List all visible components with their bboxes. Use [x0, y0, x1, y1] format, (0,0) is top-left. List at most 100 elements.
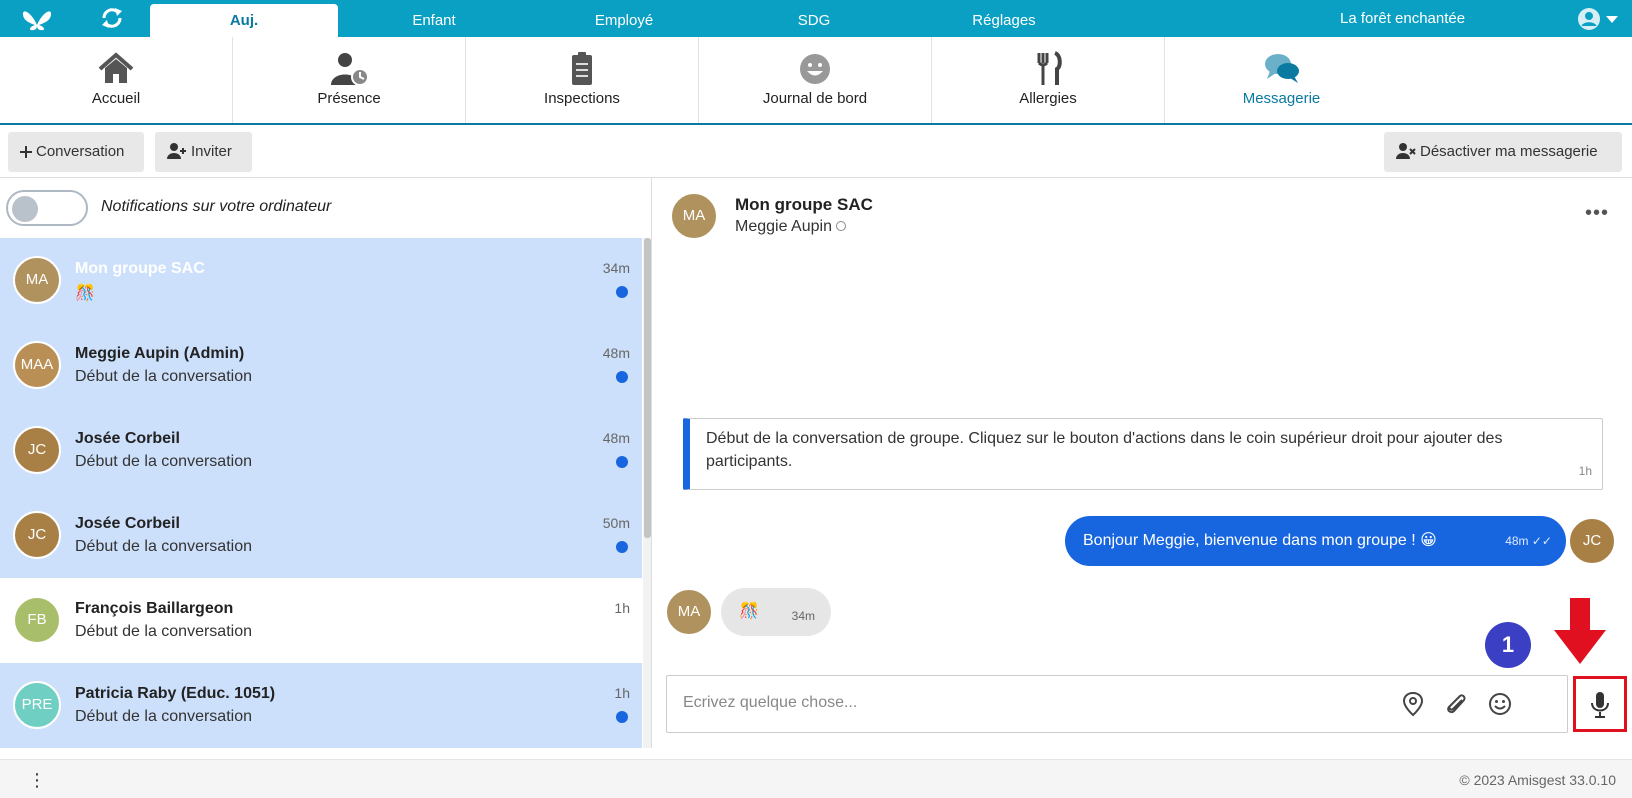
microphone-button[interactable]	[1573, 676, 1627, 732]
conversation-preview: Début de la conversation	[75, 538, 252, 555]
more-vertical-icon[interactable]: ⋮	[28, 770, 46, 791]
module-label: Présence	[317, 90, 381, 107]
sync-icon[interactable]	[100, 6, 124, 30]
notification-label: Notifications sur votre ordinateur	[101, 198, 332, 215]
message-input[interactable]: Ecrivez quelque chose...	[683, 694, 857, 712]
sender-avatar: MA	[665, 588, 713, 636]
conversation-name: Josée Corbeil	[75, 515, 180, 532]
conversation-item[interactable]: PRE Patricia Raby (Educ. 1051) Début de …	[0, 663, 642, 748]
conversation-preview: Début de la conversation	[75, 453, 252, 470]
button-label: Désactiver ma messagerie	[1420, 143, 1598, 160]
message-time: 1h	[1578, 464, 1592, 478]
microphone-icon	[1591, 692, 1609, 718]
conversation-item[interactable]: MAA Meggie Aupin (Admin) Début de la con…	[0, 323, 642, 408]
new-conversation-button[interactable]: Conversation	[8, 132, 144, 172]
arrow-down-icon	[1554, 598, 1606, 664]
module-label: Journal de bord	[762, 90, 868, 107]
paperclip-icon[interactable]	[1442, 690, 1470, 718]
incoming-message: 🎊 34m	[721, 588, 831, 636]
user-times-icon	[1396, 143, 1416, 159]
system-message-text: Début de la conversation de groupe. Cliq…	[706, 430, 1503, 470]
avatar: JC	[13, 511, 61, 559]
scrollbar-thumb[interactable]	[644, 238, 651, 538]
chat-panel: MA Mon groupe SAC Meggie Aupin ••• Début…	[653, 178, 1632, 748]
tab-reglages[interactable]: Réglages	[910, 4, 1098, 37]
module-messagerie[interactable]: Messagerie	[1165, 37, 1398, 123]
copyright: © 2023 Amisgest 33.0.10	[1459, 772, 1616, 788]
emoji-icon[interactable]	[1486, 690, 1514, 718]
conversation-time: 48m	[602, 345, 630, 361]
conversation-time: 50m	[602, 515, 630, 531]
button-label: Inviter	[191, 143, 232, 160]
conversation-item[interactable]: JC Josée Corbeil Début de la conversatio…	[0, 493, 642, 578]
status-indicator	[835, 221, 846, 231]
unread-dot	[616, 371, 628, 383]
conversation-item[interactable]: FB François Baillargeon Début de la conv…	[0, 578, 642, 663]
fork-knife-icon	[1037, 51, 1062, 85]
step-badge: 1	[1485, 622, 1531, 668]
messaging-toolbar: Conversation Inviter Désactiver ma messa…	[0, 125, 1632, 178]
outgoing-message: Bonjour Meggie, bienvenue dans mon group…	[1065, 516, 1566, 566]
module-journal[interactable]: Journal de bord	[699, 37, 932, 123]
conversation-preview: Début de la conversation	[75, 623, 252, 640]
disable-messaging-button[interactable]: Désactiver ma messagerie	[1384, 132, 1622, 172]
chevron-down-icon[interactable]	[1606, 16, 1618, 23]
module-accueil[interactable]: Accueil	[0, 37, 233, 123]
conversation-list-panel: Notifications sur votre ordinateur MA Mo…	[0, 178, 652, 748]
sender-avatar: JC	[1568, 517, 1616, 565]
chat-bubbles-icon	[1264, 54, 1299, 83]
invite-button[interactable]: Inviter	[155, 132, 252, 172]
module-label: Accueil	[91, 90, 141, 107]
button-label: Conversation	[36, 143, 125, 160]
home-icon	[98, 52, 134, 83]
message-text: 🎊	[739, 603, 759, 620]
conversation-name: Josée Corbeil	[75, 430, 180, 447]
site-name[interactable]: La forêt enchantée	[1340, 0, 1465, 37]
conversation-time: 1h	[614, 685, 630, 701]
avatar: MAA	[13, 341, 61, 389]
user-icon[interactable]	[1578, 8, 1600, 30]
conversation-item[interactable]: MA Mon groupe SAC 🎊 34m	[0, 238, 642, 323]
conversation-name: Patricia Raby (Educ. 1051)	[75, 685, 276, 702]
unread-dot	[616, 456, 628, 468]
tab-employe[interactable]: Employé	[530, 4, 718, 37]
system-message: Début de la conversation de groupe. Cliq…	[683, 418, 1603, 490]
message-time: 34m	[791, 609, 815, 623]
unread-dot	[616, 541, 628, 553]
unread-dot	[616, 286, 628, 298]
notification-toggle[interactable]	[6, 190, 88, 226]
conversation-preview: 🎊	[75, 285, 95, 302]
notification-setting: Notifications sur votre ordinateur	[0, 178, 651, 238]
module-allergies[interactable]: Allergies	[932, 37, 1165, 123]
avatar: MA	[13, 256, 61, 304]
module-presence[interactable]: Présence	[233, 37, 466, 123]
conversation-list-scrollbar[interactable]	[643, 238, 651, 748]
conversation-time: 34m	[602, 260, 630, 276]
tab-auj[interactable]: Auj.	[150, 4, 338, 37]
footer: ⋮ © 2023 Amisgest 33.0.10	[0, 759, 1632, 798]
clipboard-icon	[572, 52, 592, 85]
message-composer[interactable]: Ecrivez quelque chose...	[666, 675, 1568, 733]
avatar: FB	[13, 596, 61, 644]
tab-sdg[interactable]: SDG	[720, 4, 908, 37]
butterfly-logo-icon[interactable]	[20, 5, 54, 31]
more-actions-button[interactable]: •••	[1585, 202, 1609, 225]
top-nav-bar: Auj. Enfant Employé SDG Réglages La forê…	[0, 0, 1632, 37]
tab-enfant[interactable]: Enfant	[340, 4, 528, 37]
module-bar: Accueil Présence Inspections Journal de …	[0, 37, 1632, 125]
avatar: PRE	[13, 681, 61, 729]
conversation-time: 1h	[614, 600, 630, 616]
conversation-time: 48m	[602, 430, 630, 446]
member-name: Meggie Aupin	[735, 218, 832, 235]
module-inspections[interactable]: Inspections	[466, 37, 699, 123]
message-text: Bonjour Meggie, bienvenue dans mon group…	[1083, 532, 1437, 549]
conversation-item[interactable]: JC Josée Corbeil Début de la conversatio…	[0, 408, 642, 493]
conversation-name: Mon groupe SAC	[75, 260, 205, 277]
location-pin-icon[interactable]	[1399, 690, 1427, 718]
module-label: Allergies	[1019, 90, 1077, 107]
plus-icon	[20, 146, 32, 158]
module-label: Messagerie	[1242, 90, 1321, 107]
user-plus-icon	[167, 143, 186, 159]
smiley-icon	[800, 54, 830, 84]
conversation-name: Meggie Aupin (Admin)	[75, 345, 245, 362]
